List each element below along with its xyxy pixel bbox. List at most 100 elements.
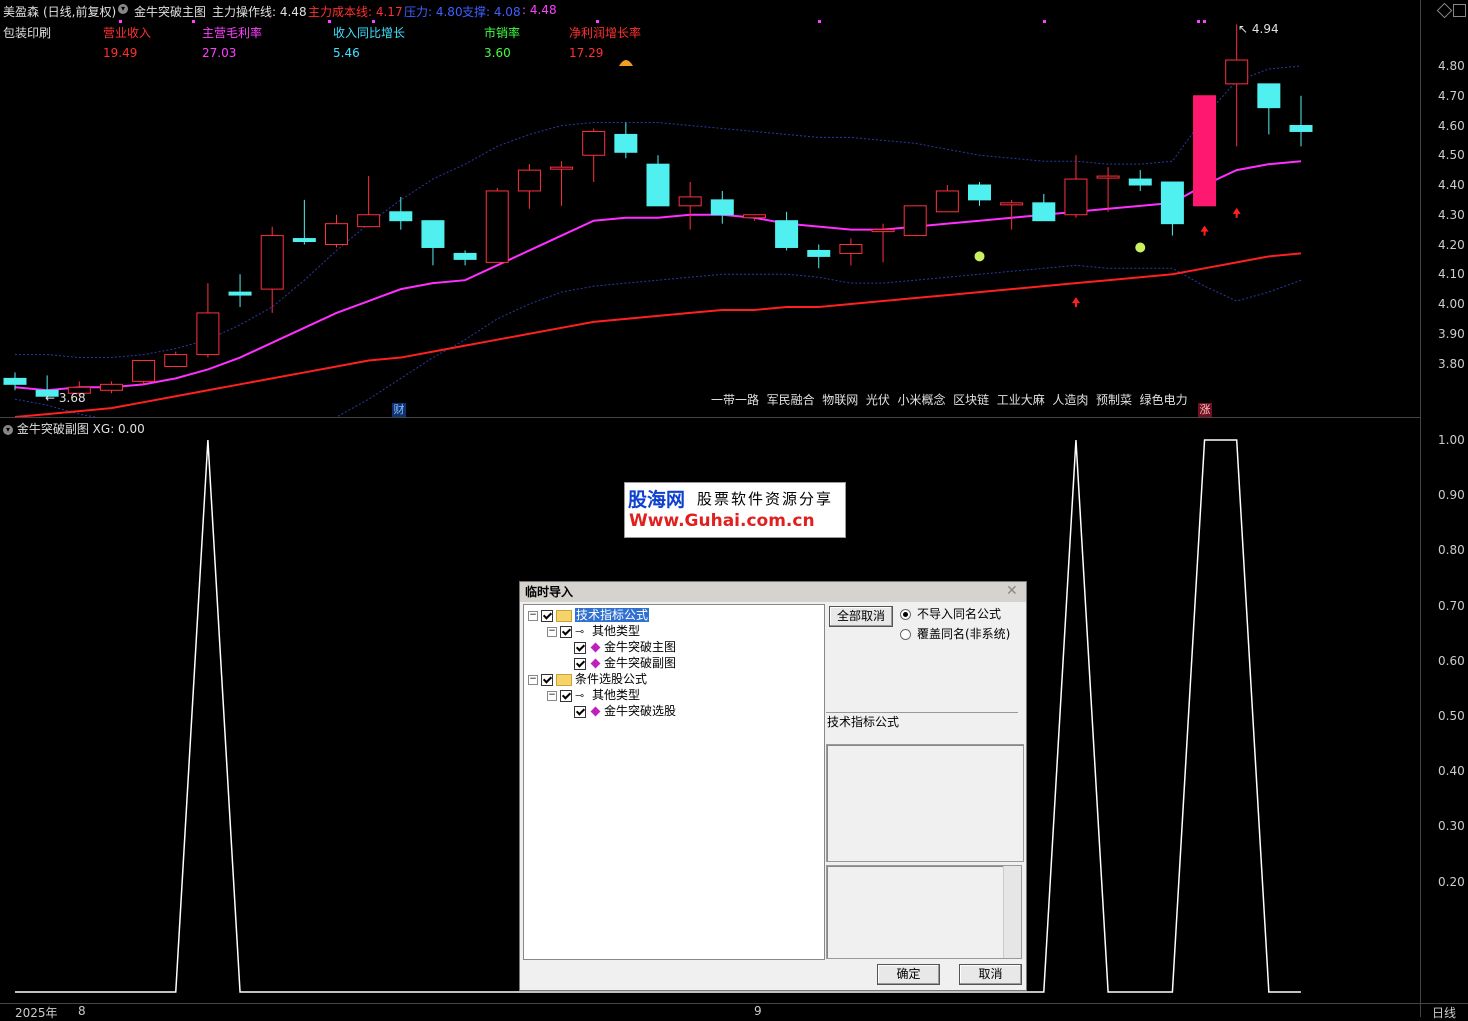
- candle-body: [935, 190, 959, 213]
- cancel-all-button[interactable]: 全部取消: [829, 606, 893, 627]
- diamond-icon[interactable]: [1436, 2, 1453, 19]
- op-line-value: 主力操作线: 4.48: [212, 5, 307, 19]
- detail-panel-1[interactable]: [826, 744, 1024, 862]
- extra-value: : 4.48: [522, 3, 557, 17]
- signal-marker: [328, 20, 331, 23]
- candle-body: [1289, 125, 1313, 132]
- low-price-annotation: ← 3.68: [45, 391, 86, 405]
- umbrella-icon: [619, 60, 633, 66]
- maximize-icon[interactable]: [1453, 4, 1466, 17]
- price-tick: 4.00: [1438, 297, 1465, 311]
- candle-body: [132, 360, 156, 382]
- radio-overwrite[interactable]: 覆盖同名(非系统): [900, 626, 1010, 642]
- signal-tick: 0.20: [1438, 874, 1465, 889]
- checkbox[interactable]: [541, 609, 553, 622]
- candle-body: [99, 383, 123, 391]
- formula-icon: [590, 642, 601, 653]
- signal-marker: [1197, 20, 1200, 23]
- checkbox[interactable]: [574, 657, 586, 670]
- tree-node-label: 金牛突破主图: [604, 640, 677, 654]
- tree-node[interactable]: − ⊸ 其他类型: [547, 687, 640, 703]
- candle-body: [807, 249, 831, 257]
- detail-panel-2[interactable]: [826, 865, 1022, 959]
- indicator-name[interactable]: 金牛突破主图: [134, 3, 206, 20]
- checkbox[interactable]: [541, 673, 553, 686]
- up-arrow-icon: [1232, 207, 1241, 218]
- candle-body: [228, 291, 252, 296]
- watermark-brand: 股海网: [628, 489, 686, 511]
- radio-dot[interactable]: [900, 629, 911, 640]
- tree-node-label: 技术指标公式: [575, 608, 650, 622]
- tree-node[interactable]: 金牛突破选股: [566, 703, 676, 719]
- price-tick: 4.60: [1438, 118, 1465, 133]
- price-tick: 4.50: [1438, 148, 1465, 163]
- tree-node[interactable]: 金牛突破主图: [566, 639, 676, 655]
- period-toggle[interactable]: 日线: [1432, 1004, 1456, 1021]
- formula-icon: [590, 706, 601, 717]
- watermark-tagline: 股票软件资源分享: [697, 490, 834, 508]
- price-tick: 3.80: [1438, 356, 1465, 371]
- signal-tick: 0.70: [1438, 598, 1465, 613]
- candle-body: [710, 199, 734, 216]
- apple-icon: [974, 251, 985, 262]
- cost-line-value: 主力成本线: 4.17: [308, 5, 403, 19]
- radio-dot-selected[interactable]: [900, 609, 911, 620]
- checkbox[interactable]: [560, 625, 572, 638]
- candle-body: [389, 211, 413, 222]
- stock-name[interactable]: 美盈森: [3, 3, 39, 20]
- finance-badge[interactable]: 财: [392, 403, 406, 417]
- collapse-icon[interactable]: −: [528, 610, 538, 621]
- folder-icon: [556, 673, 572, 686]
- price-tick: 4.20: [1438, 237, 1465, 252]
- candle-body: [582, 130, 606, 156]
- dialog-title[interactable]: 临时导入: [520, 582, 1026, 602]
- ok-button[interactable]: 确定: [877, 964, 940, 985]
- tree-node[interactable]: − 条件选股公式: [528, 671, 647, 687]
- detail-label-panel: 技术指标公式: [826, 712, 1018, 739]
- signal-marker: [372, 20, 375, 23]
- candle-body: [678, 196, 702, 207]
- candle-body: [1096, 175, 1120, 179]
- signal-marker: [192, 20, 195, 23]
- signal-marker: [818, 20, 821, 23]
- signal-tick: 0.60: [1438, 653, 1465, 668]
- concept-tags[interactable]: 一带一路 军民融合 物联网 光伏 小米概念 区块链 工业大麻 人造肉 预制菜 绿…: [711, 391, 1188, 408]
- candle-body: [1257, 83, 1281, 109]
- close-icon[interactable]: ✕: [1006, 584, 1020, 598]
- tree-node[interactable]: − 技术指标公式: [528, 607, 650, 623]
- checkbox[interactable]: [574, 641, 586, 654]
- candle-body: [3, 377, 27, 385]
- support-value: 支撑: 4.08: [462, 5, 521, 19]
- import-dialog: 临时导入 ✕ − 技术指标公式 − ⊸ 其他类型 金牛突破主图 金牛突破副图 − 条件选股公式 −…: [519, 581, 1027, 991]
- candle-body: [1032, 202, 1056, 222]
- formula-tree[interactable]: − 技术指标公式 − ⊸ 其他类型 金牛突破主图 金牛突破副图 − 条件选股公式 − ⊸ 其他类型 金牛…: [523, 604, 825, 960]
- candle-body: [968, 184, 991, 201]
- signal-marker: [119, 20, 122, 23]
- checkbox[interactable]: [574, 705, 586, 718]
- radio-no-import[interactable]: 不导入同名公式: [900, 606, 1001, 622]
- collapse-icon[interactable]: −: [547, 626, 557, 637]
- limit-up-badge[interactable]: 涨: [1198, 403, 1212, 417]
- tree-node[interactable]: − ⊸ 其他类型: [547, 623, 640, 639]
- tree-node-label: 条件选股公式: [575, 672, 648, 686]
- tree-node-label: 金牛突破选股: [604, 704, 677, 718]
- scrollbar[interactable]: [1003, 866, 1021, 958]
- collapse-icon[interactable]: −: [528, 674, 538, 685]
- main-price-chart[interactable]: [0, 20, 1420, 417]
- month-8-label: 8: [78, 1004, 86, 1018]
- candle-body: [421, 220, 445, 248]
- candle-body: [614, 133, 638, 153]
- cancel-button[interactable]: 取消: [959, 964, 1022, 985]
- tree-node[interactable]: 金牛突破副图: [566, 655, 676, 671]
- collapse-icon[interactable]: −: [547, 690, 557, 701]
- candle-body: [292, 238, 316, 243]
- chart-header: 美盈森 (日线,前复权) ▾ 金牛突破主图 主力操作线: 4.48 主力成本线:…: [0, 0, 1420, 22]
- indicator-dropdown-icon[interactable]: ▾: [118, 4, 128, 14]
- signal-tick: 0.50: [1438, 709, 1465, 723]
- signal-tick: 0.30: [1438, 819, 1465, 834]
- watermark-logo: 股海网 股票软件资源分享 Www.Guhai.com.cn: [624, 482, 846, 538]
- checkbox[interactable]: [560, 689, 572, 702]
- folder-icon: [556, 609, 572, 622]
- low-price-value: 3.68: [58, 391, 86, 405]
- candle-body: [1064, 178, 1088, 216]
